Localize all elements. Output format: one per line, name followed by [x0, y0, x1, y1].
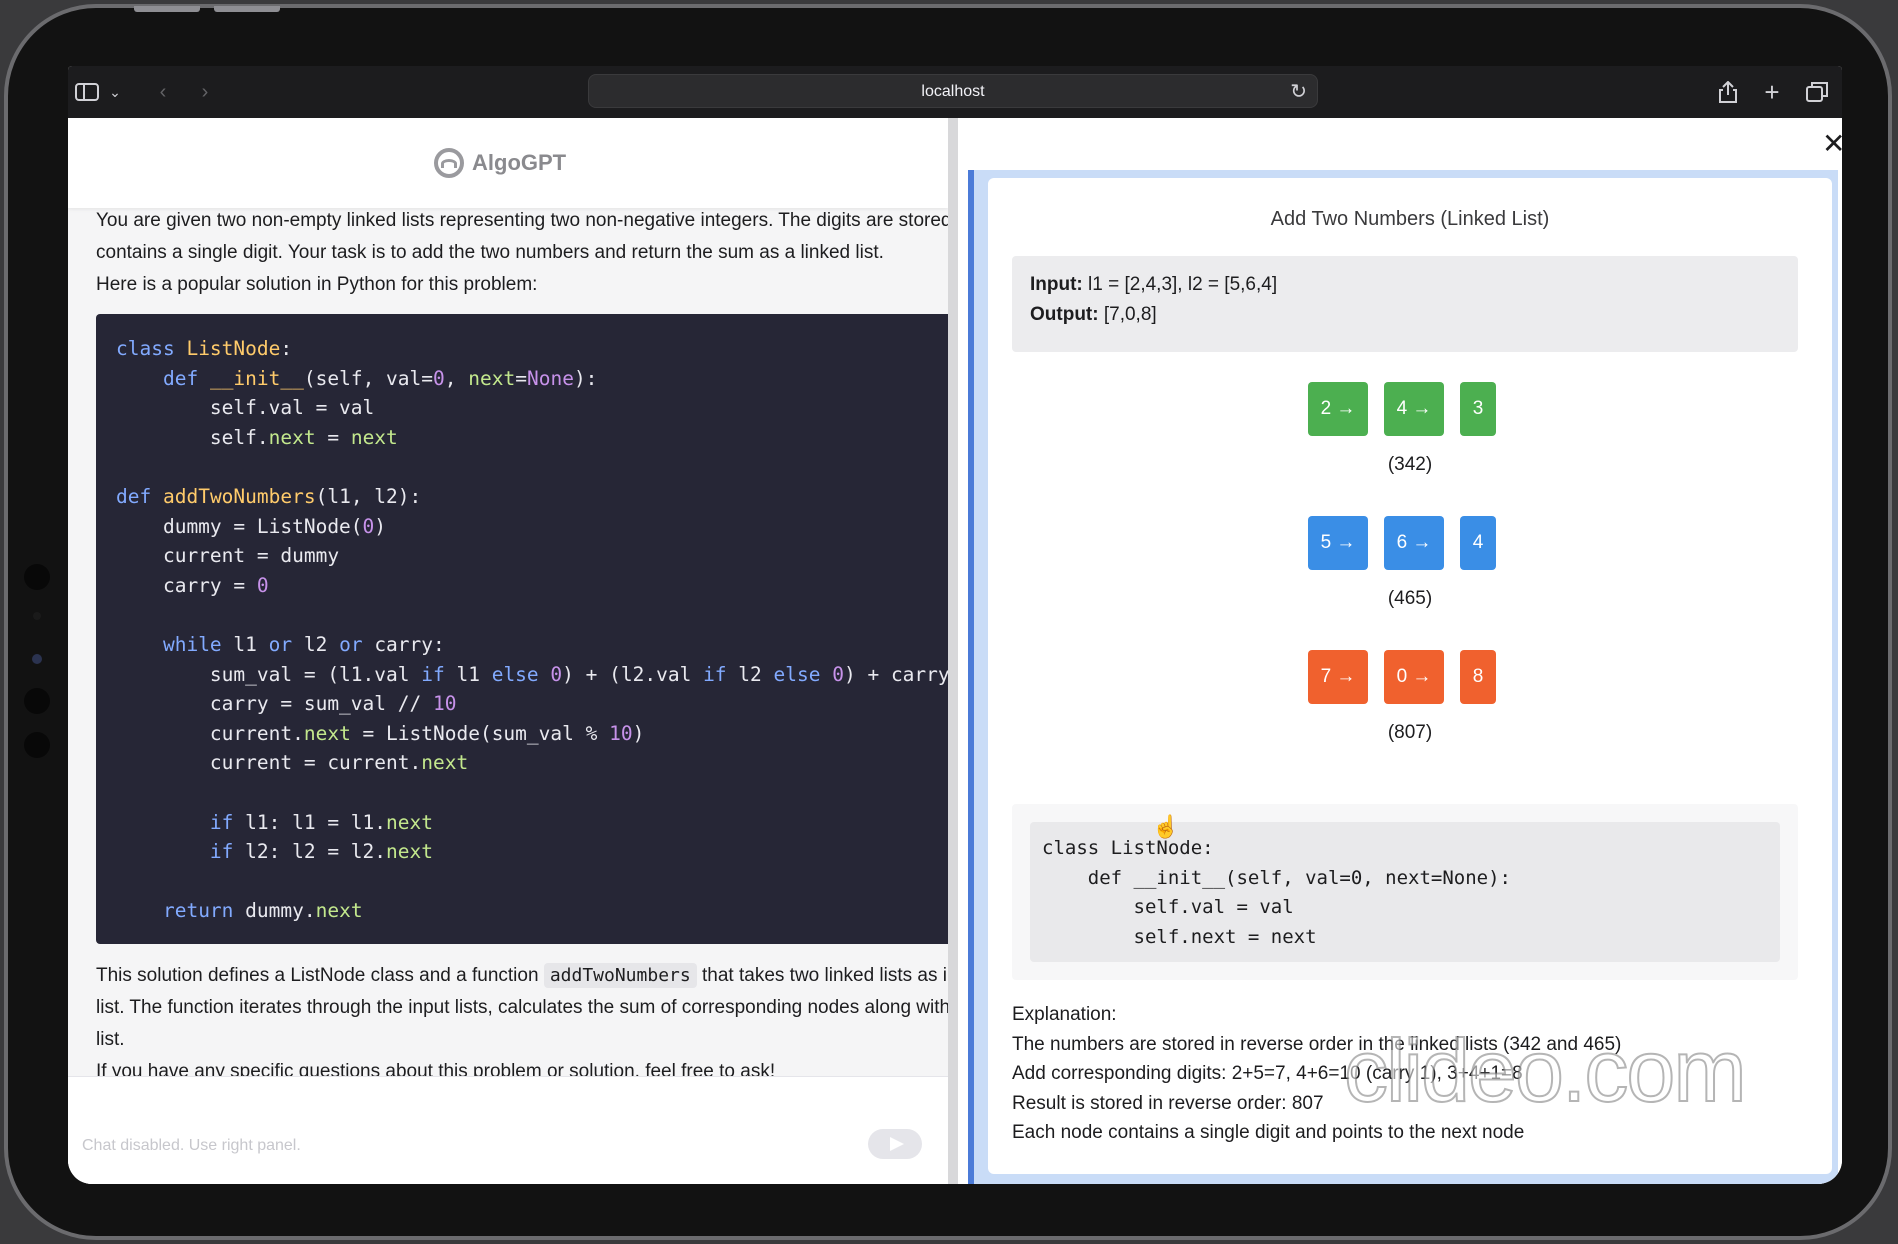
outro-line-1: This solution defines a ListNode class a… [96, 960, 948, 992]
app-header: AlgoGPT [68, 118, 948, 208]
code-line: carry = sum_val // 10 [116, 692, 457, 716]
chat-input-area: Chat disabled. Use right panel. [68, 1076, 948, 1184]
chevron-left-icon[interactable]: ‹ [152, 78, 174, 106]
url-text: localhost [921, 83, 985, 100]
code-line: if l2: l2 = l2.next [209, 840, 433, 864]
app-logo: AlgoGPT [434, 148, 566, 178]
watermark: clideo.com [1343, 1020, 1748, 1121]
code-line: carry = 0 [116, 573, 269, 597]
code-line: current = dummy [116, 544, 340, 568]
code-card: class ListNode: def __init__(self, val=0… [1012, 804, 1798, 980]
reload-icon[interactable]: ↻ [1290, 79, 1307, 104]
output-line: Output: [7,0,8] [1030, 304, 1157, 326]
code-line: class ListNode: [116, 337, 293, 360]
hand-cursor-icon: ☝ [1152, 814, 1180, 839]
code-line: sum_val = (l1.val if l1 else 0) + (l2.va… [116, 662, 948, 686]
outro-line-3: list. [96, 1029, 125, 1050]
app-name: AlgoGPT [472, 150, 567, 175]
code-line: current.next = ListNode(sum_val % 10) [116, 721, 645, 745]
linked-list-l1: 2 → 4 → 3 [1308, 382, 1496, 436]
list-node: 7 → [1308, 650, 1368, 704]
list-node: 0 → [1384, 650, 1444, 704]
chat-input[interactable]: Chat disabled. Use right panel. [82, 1137, 301, 1155]
code-line: current = current.next [116, 751, 469, 775]
close-icon[interactable]: ✕ [1822, 130, 1842, 158]
inline-code: addTwoNumbers [543, 963, 697, 988]
side-sensor [33, 612, 41, 620]
screen: ⌄ ‹ › localhost ↻ + AlgoGPT You are give… [68, 66, 1842, 1184]
outro-text: that takes two linked lists as input [702, 965, 948, 986]
linked-list-l2: 5 → 6 → 4 [1308, 516, 1496, 570]
list-node: 8 [1460, 650, 1496, 704]
code-block: class ListNode: def __init__(self, val=0… [96, 314, 948, 944]
outro-line-4: If you have any specific questions about… [96, 1061, 776, 1076]
input-line: Input: l1 = [2,4,3], l2 = [5,6,4] [1030, 274, 1277, 296]
side-sensor [24, 564, 50, 590]
code-snippet: class ListNode: def __init__(self, val=0… [1030, 822, 1780, 962]
side-sensor [24, 732, 50, 758]
code-line: return dummy.next [162, 899, 363, 923]
io-box: Input: l1 = [2,4,3], l2 = [5,6,4] Output… [1012, 256, 1798, 352]
intro-line-3: Here is a popular solution in Python for… [96, 274, 538, 295]
outro-text: This solution defines a ListNode class a… [96, 965, 539, 986]
volume-button [134, 6, 200, 12]
output-label: Output: [1030, 304, 1099, 325]
linked-list-result: 7 → 0 → 8 [1308, 650, 1496, 704]
plus-icon[interactable]: + [1760, 77, 1784, 107]
list-node: 2 → [1308, 382, 1368, 436]
share-icon[interactable] [1716, 78, 1740, 106]
chat-panel: AlgoGPT You are given two non-empty link… [68, 118, 948, 1184]
panel-title: Add Two Numbers (Linked List) [1270, 208, 1550, 230]
camera-icon [32, 654, 42, 664]
number-label: (342) [1387, 454, 1433, 475]
chat-messages: You are given two non-empty linked lists… [68, 208, 948, 1076]
code-line: def __init__(self, val=0, next=None): [1042, 866, 1511, 889]
panel-divider[interactable] [948, 118, 958, 1184]
code-line: self.val = val [1042, 896, 1294, 919]
code-line: self.next = next [116, 425, 398, 449]
list-node: 4 → [1384, 382, 1444, 436]
code-line: def addTwoNumbers(l1, l2): [116, 484, 422, 508]
chevron-down-icon[interactable]: ⌄ [106, 78, 124, 106]
code-line: while l1 or l2 or carry: [162, 632, 445, 656]
outro-line-2: list. The function iterates through the … [96, 997, 948, 1018]
code-line: class ListNode: [1042, 837, 1214, 859]
number-label: (465) [1387, 588, 1433, 609]
input-label: Input: [1030, 274, 1083, 295]
chevron-right-icon[interactable]: › [194, 78, 216, 106]
tabs-icon[interactable] [1804, 78, 1830, 106]
output-value: [7,0,8] [1103, 304, 1157, 325]
logo-icon [434, 148, 464, 178]
address-bar[interactable]: localhost ↻ [588, 74, 1318, 108]
list-node: 5 → [1308, 516, 1368, 570]
intro-line-1: You are given two non-empty linked lists… [96, 210, 948, 231]
input-value: l1 = [2,4,3], l2 = [5,6,4] [1088, 274, 1278, 295]
list-node: 4 [1460, 516, 1496, 570]
code-line: if l1: l1 = l1.next [209, 810, 433, 834]
explanation-line: Each node contains a single digit and po… [1012, 1122, 1525, 1144]
send-button[interactable] [868, 1129, 922, 1159]
intro-line-2: contains a single digit. Your task is to… [96, 242, 884, 263]
code-line: def __init__(self, val=0, next=None): [162, 366, 598, 390]
code-line: self.next = next [1042, 925, 1317, 948]
list-node: 6 → [1384, 516, 1444, 570]
side-sensor [24, 688, 50, 714]
code-line: dummy = ListNode(0) [116, 514, 387, 538]
browser-toolbar: ⌄ ‹ › localhost ↻ + [68, 66, 1842, 118]
volume-button [214, 6, 280, 12]
number-label: (807) [1387, 722, 1433, 743]
list-node: 3 [1460, 382, 1496, 436]
sidebar-icon[interactable] [74, 78, 100, 106]
code-line: self.val = val [116, 396, 375, 420]
